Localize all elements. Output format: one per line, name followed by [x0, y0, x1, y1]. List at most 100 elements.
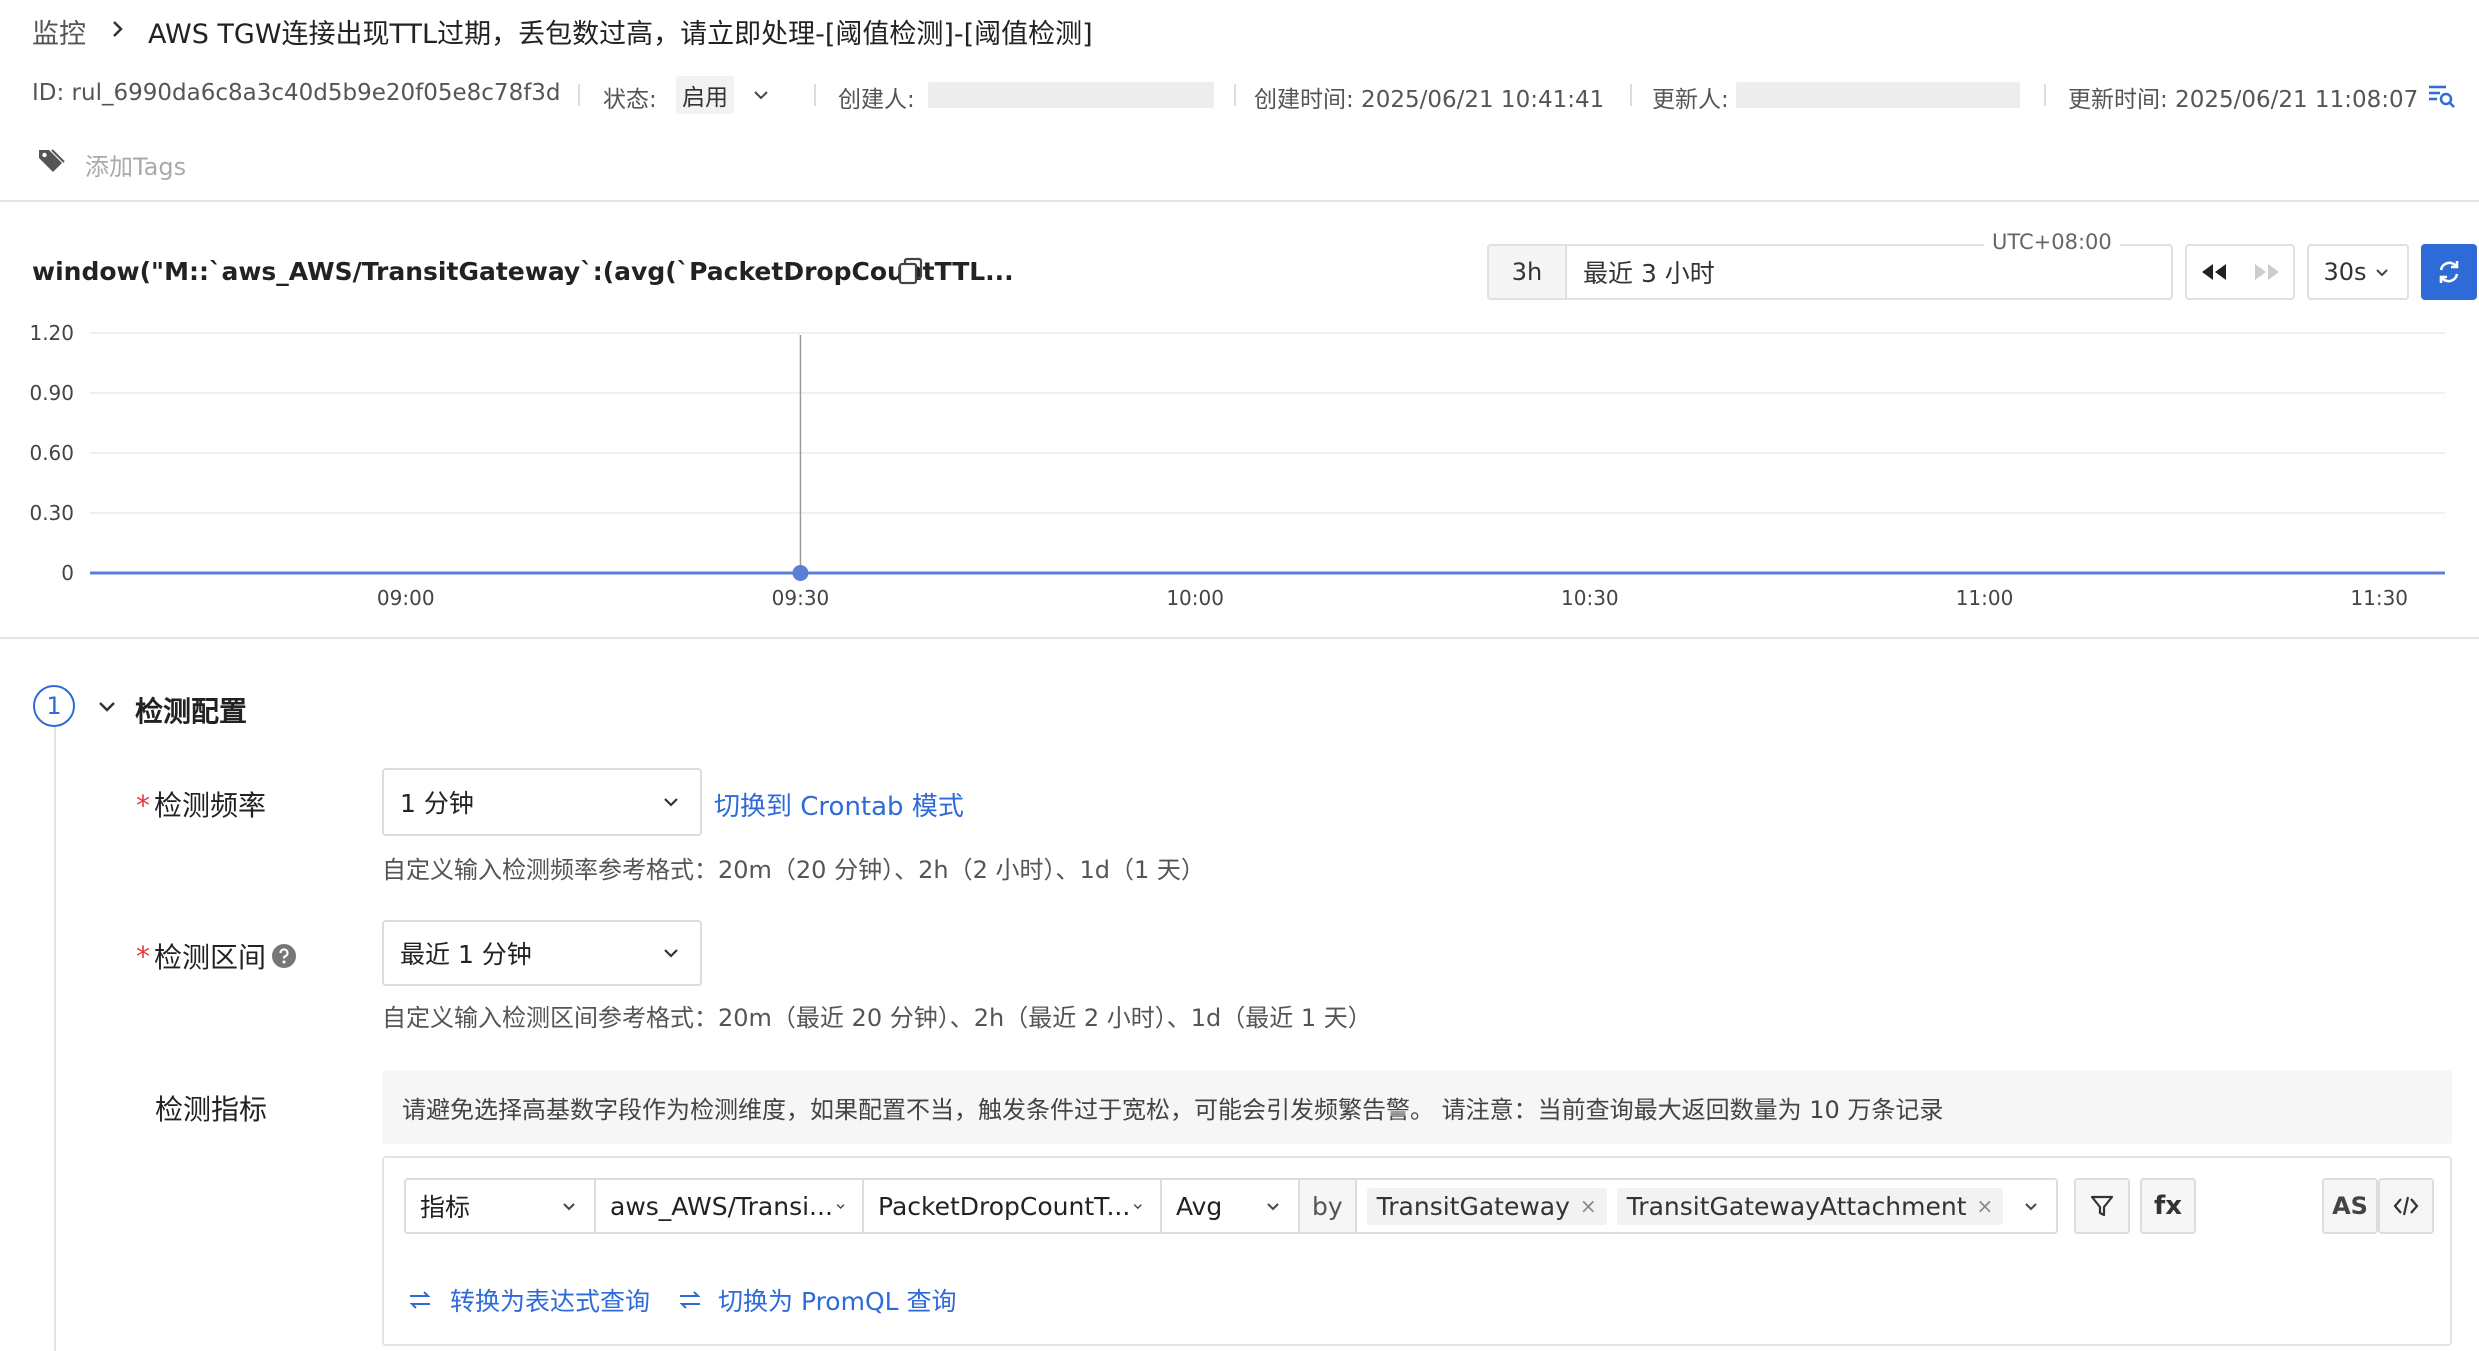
- remove-icon[interactable]: ×: [1977, 1194, 1994, 1218]
- aggregation-select[interactable]: Avg: [1162, 1180, 1300, 1232]
- refresh-interval-value: 30s: [2323, 258, 2367, 286]
- status-select[interactable]: 启用: [676, 76, 776, 114]
- metric-notice: 请避免选择高基数字段作为检测维度，如果配置不当，触发条件过于宽松，可能会引发频繁…: [382, 1070, 2452, 1144]
- required-mark: *: [136, 939, 150, 973]
- chevron-down-icon: [563, 1203, 575, 1211]
- time-range-short: 3h: [1489, 246, 1567, 298]
- updated-time: 更新时间: 2025/06/21 11:08:07: [2068, 87, 2419, 113]
- step-number: 1: [33, 685, 75, 727]
- add-tags-button[interactable]: 添加Tags: [85, 147, 186, 182]
- y-tick-label: 1.20: [29, 321, 74, 345]
- refresh-icon: [2439, 261, 2459, 283]
- chart-svg: 1.20 0.90 0.60 0.30 0 09:00 09:30 10:00 10:30 11:…: [29, 321, 2445, 610]
- rewind-icon[interactable]: [2197, 257, 2231, 287]
- updater-redacted: [1736, 82, 2020, 108]
- chevron-down-icon: [2375, 269, 2388, 277]
- convert-expression-link[interactable]: 转换为表达式查询: [406, 1282, 650, 1318]
- breadcrumb-parent[interactable]: 监控: [32, 12, 86, 51]
- switch-promql-label: 切换为 PromQL 查询: [718, 1287, 957, 1316]
- meta-divider: [1630, 84, 1632, 106]
- field-value: PacketDropCountT...: [878, 1191, 1131, 1221]
- meta-divider: [578, 84, 580, 106]
- remove-icon[interactable]: ×: [1580, 1194, 1597, 1218]
- time-range-label: 最近 3 小时: [1583, 259, 1715, 288]
- code-icon: [2393, 1196, 2419, 1216]
- swap-icon: [409, 1291, 431, 1309]
- creator-redacted: [928, 82, 1214, 108]
- frequency-label: * 检测频率: [136, 789, 267, 822]
- y-tick-label: 0.30: [29, 501, 74, 525]
- x-tick-label: 10:30: [1561, 586, 1619, 610]
- switch-crontab-link[interactable]: 切换到 Crontab 模式: [714, 786, 964, 823]
- frequency-value: 1 分钟: [400, 789, 474, 818]
- filter-icon: [2090, 1195, 2114, 1217]
- query-row: 指标 aws_AWS/Transi... PacketDropCountT...…: [404, 1178, 2058, 1234]
- aggregation-value: Avg: [1176, 1191, 1223, 1221]
- meta-divider: [2044, 84, 2046, 106]
- x-tick-label: 11:00: [1956, 586, 2014, 610]
- refresh-button[interactable]: [2421, 244, 2477, 300]
- code-view-button[interactable]: [2378, 1178, 2434, 1234]
- group-by-select[interactable]: TransitGateway × TransitGatewayAttachmen…: [1357, 1180, 2056, 1232]
- data-type-value: 指标: [420, 1193, 471, 1222]
- interval-hint: 自定义输入检测区间参考格式：20m（最近 20 分钟）、2h（最近 2 小时）、…: [382, 1004, 1372, 1032]
- help-icon[interactable]: [270, 942, 298, 970]
- field-select[interactable]: PacketDropCountT...: [864, 1180, 1162, 1232]
- fast-forward-icon[interactable]: [2250, 257, 2284, 287]
- y-tick-label: 0: [61, 561, 74, 585]
- group-by-chip: TransitGatewayAttachment ×: [1616, 1187, 2004, 1225]
- chevron-down-icon: [664, 798, 678, 807]
- swap-icon: [679, 1291, 701, 1309]
- by-label: by: [1300, 1180, 1357, 1232]
- created-time: 创建时间: 2025/06/21 10:41:41: [1254, 87, 1605, 113]
- measurement-value: aws_AWS/Transi...: [610, 1191, 833, 1221]
- x-tick-label: 09:30: [772, 586, 830, 610]
- y-tick-label: 0.60: [29, 441, 74, 465]
- interval-label: * 检测区间: [136, 936, 298, 976]
- x-tick-label: 10:00: [1166, 586, 1224, 610]
- time-nav-group: [2185, 244, 2295, 300]
- step-line: [54, 706, 56, 1351]
- section-title: 检测配置: [135, 695, 248, 728]
- creator-label: 创建人:: [838, 87, 915, 113]
- group-by-chip-label: TransitGatewayAttachment: [1626, 1191, 1967, 1221]
- refresh-interval-select[interactable]: 30s: [2307, 244, 2409, 300]
- y-tick-label: 0.90: [29, 381, 74, 405]
- line-chart: 1.20 0.90 0.60 0.30 0 09:00 09:30 10:00 10:30 11:…: [0, 315, 2479, 615]
- switch-promql-link[interactable]: 切换为 PromQL 查询: [676, 1282, 957, 1318]
- status-label: 状态:: [603, 87, 657, 113]
- collapse-chevron-icon[interactable]: [92, 692, 122, 722]
- frequency-hint: 自定义输入检测频率参考格式：20m（20 分钟）、2h（2 小时）、1d（1 天…: [382, 856, 1205, 884]
- timezone-label: UTC+08:00: [1984, 230, 2120, 254]
- chevron-down-icon: [2025, 1203, 2037, 1211]
- group-by-chip: TransitGateway ×: [1366, 1187, 1607, 1225]
- page-title: AWS TGW连接出现TTL过期，丢包数过高，请立即处理-[阈值检测]-[阈值检…: [148, 19, 1093, 50]
- history-search-icon[interactable]: [2426, 80, 2456, 110]
- chevron-down-icon: [836, 1204, 845, 1210]
- interval-value: 最近 1 分钟: [400, 940, 532, 969]
- convert-expression-label: 转换为表达式查询: [450, 1287, 651, 1316]
- copy-icon[interactable]: [896, 256, 926, 286]
- chart-divider: [0, 637, 2479, 639]
- chevron-down-icon: [1267, 1203, 1279, 1211]
- updater-label: 更新人:: [1652, 87, 1729, 113]
- x-tick-label: 09:00: [377, 586, 435, 610]
- filter-button[interactable]: [2074, 1178, 2130, 1234]
- data-type-select[interactable]: 指标: [406, 1180, 596, 1232]
- chevron-down-icon: [1134, 1204, 1143, 1210]
- chevron-down-icon: [754, 91, 768, 100]
- rule-id: ID: rul_6990da6c8a3c40d5b9e20f05e8c78f3d: [32, 80, 561, 106]
- status-value: 启用: [676, 76, 734, 114]
- x-tick-label: 11:30: [2350, 586, 2408, 610]
- chevron-down-icon: [664, 949, 678, 958]
- hover-point: [792, 565, 809, 581]
- interval-select[interactable]: 最近 1 分钟: [382, 920, 702, 986]
- frequency-select[interactable]: 1 分钟: [382, 768, 702, 836]
- chevron-right-icon: [108, 14, 128, 44]
- function-button[interactable]: fx: [2140, 1178, 2196, 1234]
- required-mark: *: [136, 789, 150, 822]
- header-divider: [0, 200, 2479, 202]
- alias-button[interactable]: AS: [2322, 1178, 2378, 1234]
- meta-divider: [814, 84, 816, 106]
- measurement-select[interactable]: aws_AWS/Transi...: [596, 1180, 864, 1232]
